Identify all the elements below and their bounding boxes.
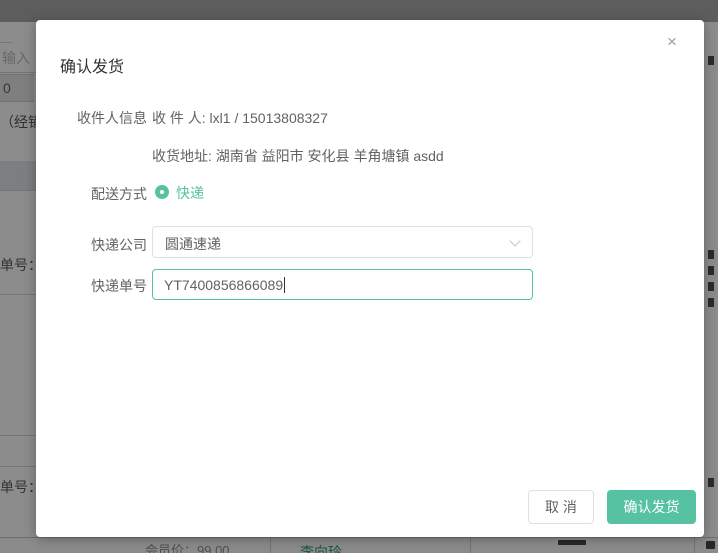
recipient-info-label: 收件人信息 xyxy=(36,108,147,128)
close-icon[interactable]: × xyxy=(662,32,682,52)
courier-company-label: 快递公司 xyxy=(36,235,147,255)
recipient-address-value: 收货地址: 湖南省 益阳市 安化县 羊角塘镇 asdd xyxy=(152,146,444,166)
text-caret xyxy=(284,277,285,293)
express-radio[interactable] xyxy=(155,185,169,199)
courier-select-value: 圆通速递 xyxy=(165,234,221,254)
courier-select[interactable]: 圆通速递 xyxy=(152,226,533,258)
radio-dot-icon xyxy=(160,190,164,194)
page: 输入 0 （经销商 单号： 单号： 会员价：99.00 李向玲 xyxy=(0,0,718,553)
tracking-number-value: YT7400856866089 xyxy=(164,277,283,293)
cancel-button[interactable]: 取 消 xyxy=(528,490,594,524)
dialog-title: 确认发货 xyxy=(60,53,124,77)
recipient-person-value: 收 件 人: lxl1 / 15013808327 xyxy=(152,108,328,128)
tracking-number-label: 快递单号 xyxy=(36,276,147,296)
confirm-button[interactable]: 确认发货 xyxy=(607,490,696,524)
confirm-shipment-dialog: 确认发货 × 收件人信息 收 件 人: lxl1 / 15013808327 收… xyxy=(36,20,704,537)
delivery-method-label: 配送方式 xyxy=(36,184,147,204)
tracking-number-input[interactable]: YT7400856866089 xyxy=(152,269,533,300)
chevron-down-icon xyxy=(511,237,519,245)
express-radio-label[interactable]: 快递 xyxy=(176,183,204,203)
